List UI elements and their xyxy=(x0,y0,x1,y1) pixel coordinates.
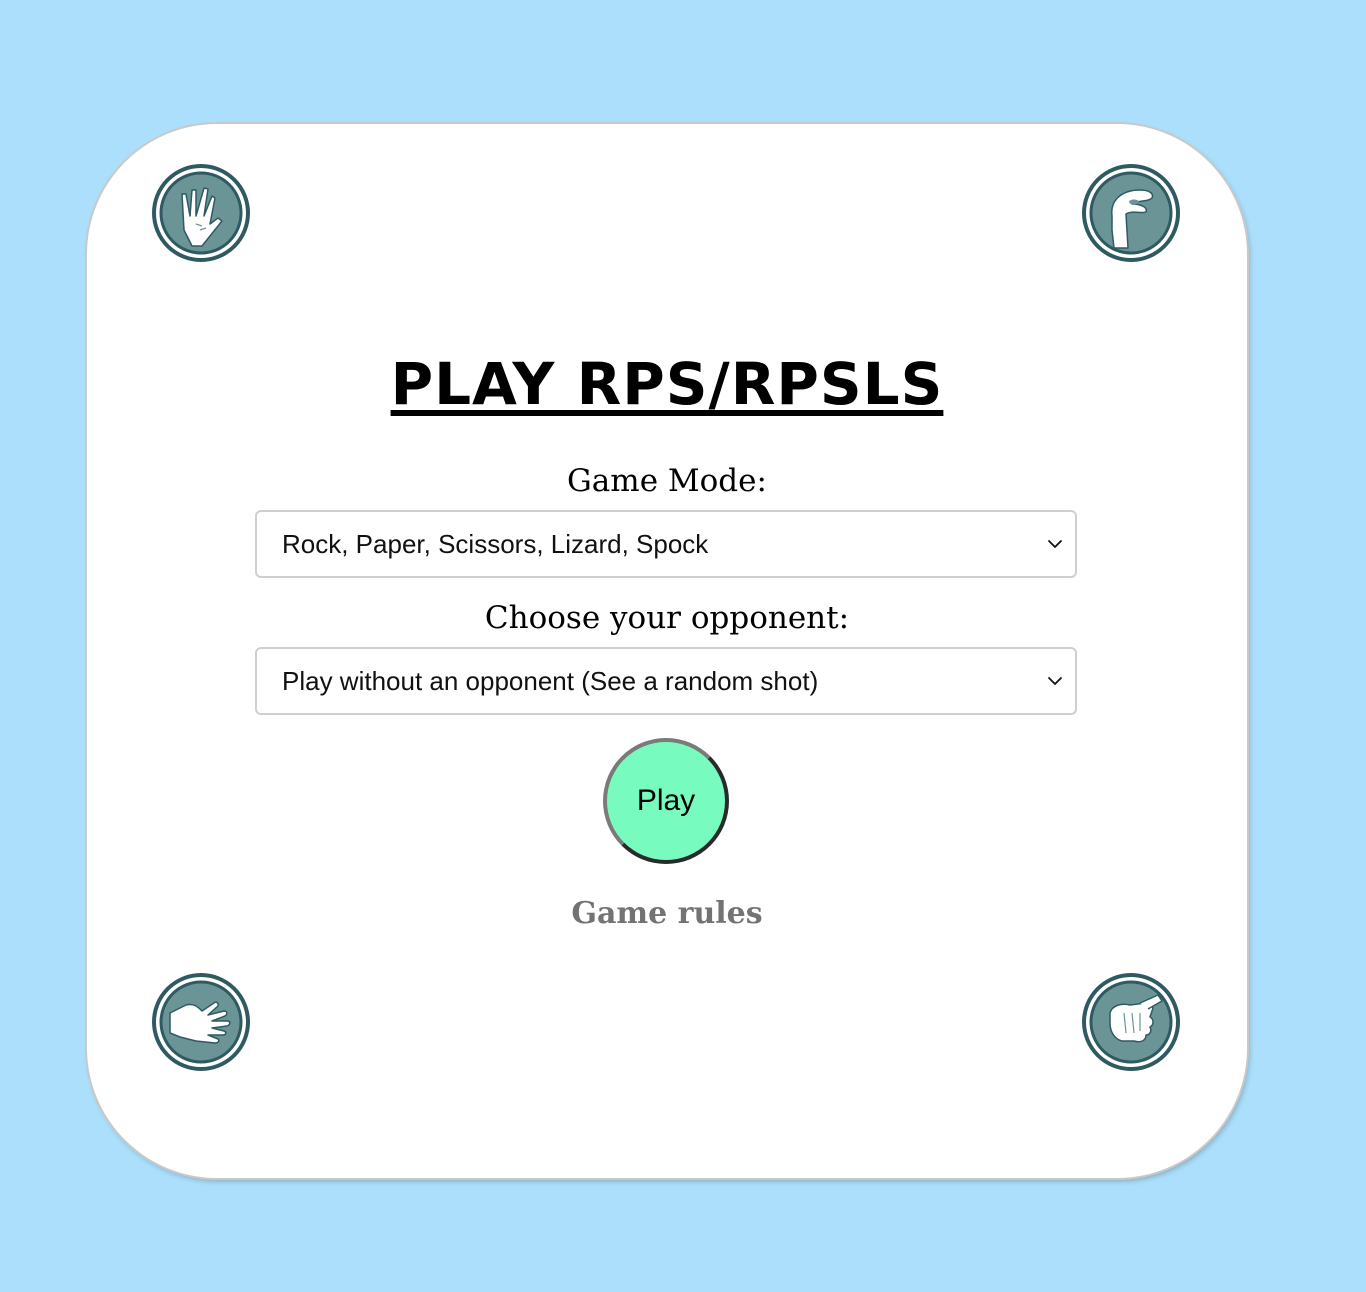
game-mode-select[interactable]: Rock, Paper, Scissors, Lizard, Spock xyxy=(255,510,1077,578)
opponent-select[interactable]: Play without an opponent (See a random s… xyxy=(255,647,1077,715)
spock-hand-icon xyxy=(152,164,250,262)
play-button[interactable]: Play xyxy=(603,738,729,864)
chevron-down-icon xyxy=(1048,677,1062,685)
lizard-hand-icon xyxy=(1082,164,1180,262)
opponent-label: Choose your opponent: xyxy=(484,600,850,636)
chevron-down-icon xyxy=(1048,540,1062,548)
game-rules-link[interactable]: Game rules xyxy=(87,894,1247,934)
game-card: PLAY RPS/RPSLS Game Mode: Rock, Paper, S… xyxy=(87,124,1247,1178)
paper-hand-icon xyxy=(152,973,250,1071)
game-mode-label: Game Mode: xyxy=(567,463,767,499)
game-mode-selected-value: Rock, Paper, Scissors, Lizard, Spock xyxy=(282,529,709,559)
rock-fist-icon xyxy=(1082,973,1180,1071)
page-title: PLAY RPS/RPSLS xyxy=(390,350,944,418)
opponent-selected-value: Play without an opponent (See a random s… xyxy=(282,666,819,696)
